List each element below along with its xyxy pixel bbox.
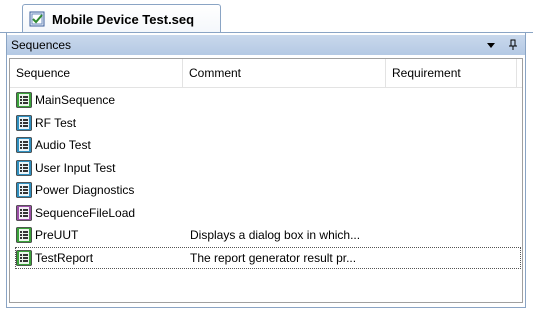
sequence-row[interactable]: Audio Test: [10, 134, 522, 156]
column-header-requirement[interactable]: Requirement: [386, 59, 516, 87]
sequence-row[interactable]: Power Diagnostics: [10, 179, 522, 201]
sequence-name: PreUUT: [35, 228, 79, 242]
sequence-icon: [16, 137, 32, 153]
sequence-name: User Input Test: [35, 160, 116, 175]
column-header-sequence[interactable]: Sequence: [10, 59, 182, 87]
sequence-name: RF Test: [35, 115, 77, 130]
sequence-comment: The report generator result pr...: [190, 250, 357, 265]
sequence-name: SequenceFileLoad: [35, 205, 136, 220]
sequence-name: Power Diagnostics: [35, 183, 135, 197]
column-divider[interactable]: [516, 59, 517, 87]
sequence-icon: [16, 92, 32, 108]
column-header-row: Sequence Comment Requirement: [10, 59, 522, 88]
sequence-icon: [16, 159, 32, 176]
pin-icon[interactable]: [507, 39, 519, 51]
callback-sequence-icon: [16, 249, 32, 266]
sequence-comment: Displays a dialog box in which...: [190, 228, 361, 242]
sequence-icon: [16, 182, 32, 198]
pane-title: Sequences: [11, 38, 72, 52]
document-tabstrip: Mobile Device Test.seq: [0, 0, 533, 33]
sequence-row[interactable]: TestReport The report generator result pr…: [15, 246, 521, 269]
callback-sequence-icon: [16, 227, 32, 243]
sequence-row[interactable]: User Input Test: [10, 157, 522, 179]
sequence-row[interactable]: SequenceFileLoad: [10, 202, 522, 224]
sequence-row[interactable]: PreUUT Displays a dialog box in which...: [10, 224, 522, 246]
pane-header: Sequences: [7, 35, 525, 55]
sequences-list[interactable]: Sequence Comment Requirement MainSequenc…: [9, 58, 523, 303]
sequence-row[interactable]: MainSequence: [10, 89, 522, 111]
callback-sequence-icon: [16, 204, 32, 221]
sequence-file-icon: [29, 11, 45, 27]
sequence-row[interactable]: RF Test: [10, 112, 522, 134]
sequences-pane: Sequences Sequence Comment Requirement M…: [6, 33, 526, 308]
document-tab[interactable]: Mobile Device Test.seq: [22, 4, 221, 33]
sequence-icon: [16, 114, 32, 131]
document-tab-title: Mobile Device Test.seq: [52, 11, 195, 27]
sequence-name: Audio Test: [35, 138, 91, 152]
column-header-comment[interactable]: Comment: [183, 59, 385, 87]
sequence-name: TestReport: [35, 250, 94, 265]
sequence-name: MainSequence: [35, 93, 116, 107]
dropdown-arrow-icon[interactable]: [485, 39, 497, 51]
